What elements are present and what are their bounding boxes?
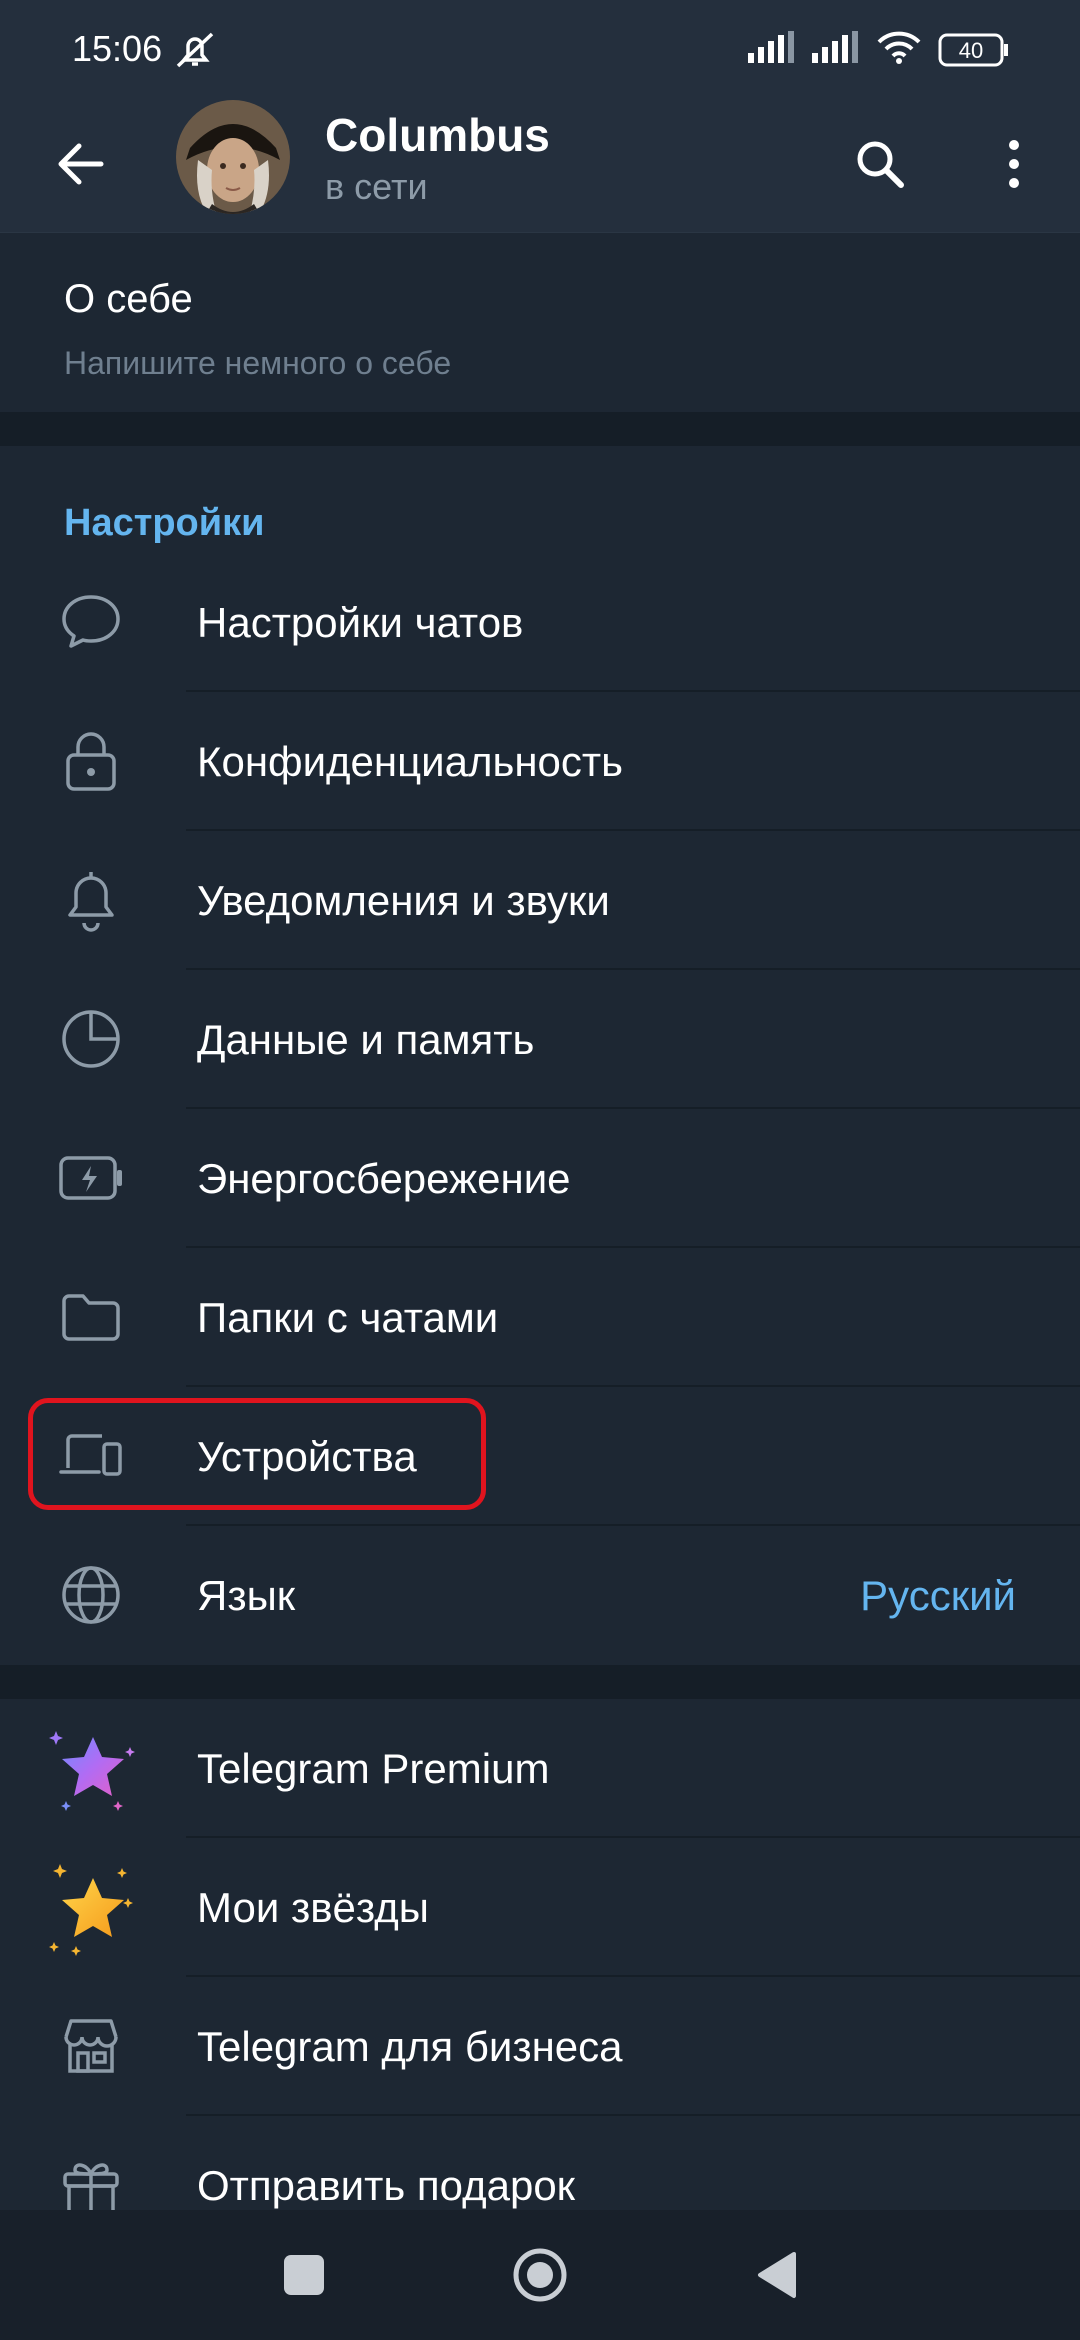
settings-item-label: Папки с чатами xyxy=(197,1294,499,1341)
premium-star-icon xyxy=(46,1723,140,1817)
signal-icon xyxy=(812,31,860,68)
extras-item-label: Telegram для бизнеса xyxy=(197,2023,623,2070)
language-value: Русский xyxy=(860,1572,1016,1619)
settings-item-data[interactable]: Данные и память xyxy=(0,970,1080,1109)
mute-bell-icon xyxy=(172,30,218,75)
bell-icon xyxy=(56,865,126,935)
gold-star-icon xyxy=(46,1858,140,1958)
battery-icon: 40 xyxy=(938,33,1010,67)
system-nav-bar xyxy=(0,2210,1080,2340)
chat-bubble-icon xyxy=(56,587,126,657)
settings-item-label: Язык xyxy=(197,1572,296,1619)
square-icon xyxy=(284,2255,324,2295)
status-time: 15:06 xyxy=(72,28,163,69)
extras-item-label: Мои звёзды xyxy=(197,1884,429,1931)
status-bar: 15:06 40 xyxy=(0,0,1080,100)
settings-header: Настройки xyxy=(64,502,265,544)
back-nav-button[interactable] xyxy=(736,2235,816,2315)
globe-icon xyxy=(56,1560,126,1630)
back-button[interactable] xyxy=(40,124,120,204)
about-section[interactable]: О себе Напишите немного о себе xyxy=(0,232,1080,413)
chat-title[interactable]: Columbus xyxy=(325,108,550,162)
chat-status: в сети xyxy=(325,166,428,207)
section-divider xyxy=(0,412,1080,446)
signal-icon xyxy=(748,31,796,68)
settings-item-label: Уведомления и звуки xyxy=(197,877,610,924)
circle-icon xyxy=(513,2248,567,2302)
lock-icon xyxy=(56,726,126,796)
search-icon xyxy=(857,141,904,188)
more-vertical-icon xyxy=(1009,140,1019,188)
battery-bolt-icon xyxy=(56,1143,126,1213)
about-title: О себе xyxy=(64,277,193,321)
settings-item-power-saving[interactable]: Энергосбережение xyxy=(0,1109,1080,1248)
settings-item-chats[interactable]: Настройки чатов xyxy=(0,553,1080,692)
more-options-button[interactable] xyxy=(974,124,1054,204)
recents-button[interactable] xyxy=(264,2235,344,2315)
settings-item-notifications[interactable]: Уведомления и звуки xyxy=(0,831,1080,970)
settings-item-label: Данные и память xyxy=(197,1016,535,1063)
extras-item-stars[interactable]: Мои звёзды xyxy=(0,1838,1080,1977)
settings-item-folders[interactable]: Папки с чатами xyxy=(0,1248,1080,1387)
about-hint: Напишите немного о себе xyxy=(64,345,452,381)
avatar[interactable] xyxy=(176,100,290,214)
extras-item-business[interactable]: Telegram для бизнеса xyxy=(0,1977,1080,2116)
wifi-icon xyxy=(876,30,922,69)
triangle-back-icon xyxy=(758,2252,796,2298)
store-icon xyxy=(56,2011,126,2081)
extras-item-label: Отправить подарок xyxy=(197,2162,576,2209)
search-button[interactable] xyxy=(840,124,920,204)
battery-level: 40 xyxy=(958,37,984,63)
extras-item-label: Telegram Premium xyxy=(197,1745,550,1792)
home-button[interactable] xyxy=(500,2235,580,2315)
pie-chart-icon xyxy=(56,1004,126,1074)
folder-icon xyxy=(56,1282,126,1352)
chat-header: Columbus в сети xyxy=(0,100,1080,232)
arrow-left-icon xyxy=(58,143,104,185)
extras-item-premium[interactable]: Telegram Premium xyxy=(0,1699,1080,1838)
section-divider xyxy=(0,1665,1080,1699)
highlight-frame xyxy=(28,1398,486,1510)
settings-item-privacy[interactable]: Конфиденциальность xyxy=(0,692,1080,831)
settings-item-label: Энергосбережение xyxy=(197,1155,571,1202)
settings-item-label: Настройки чатов xyxy=(197,599,524,646)
settings-item-language[interactable]: Язык Русский xyxy=(0,1526,1080,1665)
settings-item-label: Конфиденциальность xyxy=(197,738,624,785)
